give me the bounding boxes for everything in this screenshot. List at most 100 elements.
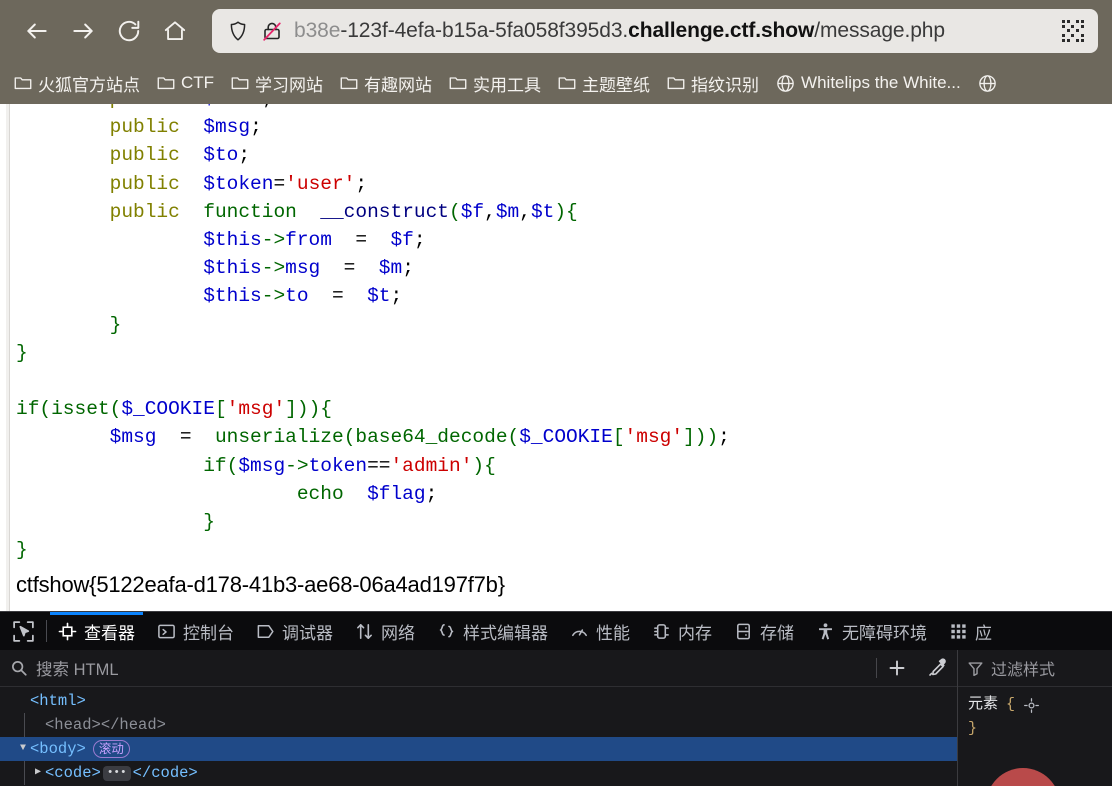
collapsed-twisty-icon[interactable]: ▶	[31, 761, 45, 785]
folder-icon	[666, 73, 686, 93]
node-open-tag: <code>	[45, 764, 101, 782]
bookmark-label: 火狐官方站点	[38, 75, 140, 95]
collapsed-children-ellipsis[interactable]: •••	[102, 765, 131, 781]
code-line: public $from;	[16, 104, 274, 110]
code-line: $this->msg = $m;	[203, 257, 414, 280]
bookmark-label: CTF	[181, 73, 215, 92]
bookmark-label: 实用工具	[473, 75, 542, 95]
tab-label: 无障碍环境	[842, 623, 927, 643]
devtools-body: 搜索 HTML <html> <head> </head> ▼ <body> 滚…	[0, 650, 1112, 786]
search-icon	[10, 659, 28, 677]
tab-label: 样式编辑器	[463, 623, 548, 643]
code-line: public function __construct($f,$m,$t){	[109, 200, 578, 223]
node-open-tag: <html>	[30, 692, 86, 710]
folder-icon	[339, 73, 359, 93]
search-input[interactable]: 搜索 HTML	[0, 656, 876, 680]
bookmark-item[interactable]: 实用工具	[441, 68, 548, 99]
accessibility-icon	[816, 622, 835, 641]
eyedropper-icon[interactable]	[917, 650, 957, 687]
element-picker-icon[interactable]	[0, 612, 46, 650]
tab-inspector[interactable]: 查看器	[47, 612, 146, 650]
red-circle-decoration	[986, 768, 1060, 786]
memory-icon	[652, 622, 671, 641]
home-button[interactable]	[152, 8, 198, 54]
bookmark-item[interactable]: Whitelips the White...	[768, 70, 968, 97]
address-bar[interactable]: b38e-123f-4efa-b15a-5fa058f395d3.challen…	[212, 9, 1098, 53]
pseudo-class-icon[interactable]	[1023, 697, 1040, 714]
tab-style-editor[interactable]: 样式编辑器	[426, 612, 559, 650]
code-line: echo $flag;	[296, 482, 438, 505]
css-rules-pane: 过滤样式 元素 { }	[958, 650, 1112, 786]
tab-label: 性能	[596, 623, 630, 643]
reload-button[interactable]	[106, 8, 152, 54]
markup-node[interactable]: ▶ <code> ••• </code>	[0, 761, 957, 785]
qr-code-icon[interactable]	[1060, 18, 1086, 44]
inspector-icon	[58, 622, 77, 641]
code-line: }	[16, 341, 28, 364]
url-text[interactable]: b38e-123f-4efa-b15a-5fa058f395d3.challen…	[294, 19, 1050, 43]
tab-network[interactable]: 网络	[344, 612, 426, 650]
code-line: if($msg->token=='admin'){	[203, 454, 496, 477]
bookmark-item[interactable]: CTF	[149, 70, 221, 96]
code-line: }	[109, 313, 122, 336]
php-source-code: public $from; public $msg; public $to; p…	[6, 104, 1112, 564]
tab-debugger[interactable]: 调试器	[245, 612, 344, 650]
code-line: public $to;	[109, 144, 251, 167]
devtools-panel: 查看器 控制台 调试器 网络 样式编辑器 性能 内存 存储 无障碍环境 应 搜索 HTML	[0, 611, 1112, 786]
indent-guide	[24, 761, 25, 785]
back-button[interactable]	[14, 8, 60, 54]
filter-styles-input[interactable]: 过滤样式	[958, 650, 1112, 687]
flag-output: ctfshow{5122eafa-d178-41b3-ae68-06a4ad19…	[16, 572, 505, 598]
tab-label: 查看器	[84, 623, 135, 643]
add-node-icon[interactable]	[877, 650, 917, 687]
markup-node[interactable]: <head> </head>	[0, 713, 957, 737]
tab-label: 网络	[381, 623, 415, 643]
application-icon	[949, 622, 968, 641]
console-icon	[157, 622, 176, 641]
tab-storage[interactable]: 存储	[723, 612, 805, 650]
code-line: $this->from = $f;	[203, 229, 426, 252]
tab-application[interactable]: 应	[938, 612, 1003, 650]
tab-accessibility[interactable]: 无障碍环境	[805, 612, 938, 650]
devtools-tab-strip: 查看器 控制台 调试器 网络 样式编辑器 性能 内存 存储 无障碍环境 应	[47, 612, 1003, 650]
tab-performance[interactable]: 性能	[559, 612, 641, 650]
indent-guide	[24, 713, 25, 737]
folder-icon	[448, 73, 468, 93]
markup-tree[interactable]: <html> <head> </head> ▼ <body> 滚动 ▶ <code> ••• </…	[0, 687, 957, 786]
tab-label: 控制台	[183, 623, 234, 643]
expanded-twisty-icon[interactable]: ▼	[16, 737, 30, 761]
bookmark-item[interactable]: 有趣网站	[332, 68, 439, 99]
tab-memory[interactable]: 内存	[641, 612, 723, 650]
storage-icon	[734, 622, 753, 641]
bookmark-item[interactable]: 学习网站	[223, 68, 330, 99]
bookmark-item[interactable]: 主题壁纸	[550, 68, 657, 99]
code-line: if(isset($_COOKIE['msg'])){	[16, 398, 332, 421]
bookmark-item[interactable]	[970, 70, 1005, 97]
tab-label: 应	[975, 623, 992, 643]
search-placeholder: 搜索 HTML	[36, 661, 119, 679]
rule-selector[interactable]: 元素	[968, 693, 998, 717]
bookmark-item[interactable]: 火狐官方站点	[6, 68, 147, 99]
shield-icon[interactable]	[226, 19, 250, 43]
style-editor-icon	[437, 622, 456, 641]
filter-icon	[967, 660, 984, 677]
node-open-tag: <body>	[30, 740, 86, 758]
scroll-badge[interactable]: 滚动	[92, 740, 130, 758]
markup-node[interactable]: ▼ <body> 滚动	[0, 737, 957, 761]
inspector-pane: 搜索 HTML <html> <head> </head> ▼ <body> 滚…	[0, 650, 958, 786]
bookmark-label: 学习网站	[255, 75, 324, 95]
devtools-toolbar: 查看器 控制台 调试器 网络 样式编辑器 性能 内存 存储 无障碍环境 应	[0, 612, 1112, 650]
lock-disabled-icon[interactable]	[260, 19, 284, 43]
page-left-edge	[6, 104, 10, 611]
filter-placeholder: 过滤样式	[991, 662, 1056, 679]
node-close-tag: </head>	[100, 716, 166, 734]
forward-button[interactable]	[60, 8, 106, 54]
markup-search-row: 搜索 HTML	[0, 650, 957, 687]
rule-close-brace: }	[968, 720, 978, 737]
markup-node[interactable]: <html>	[0, 689, 957, 713]
globe-icon	[977, 73, 998, 94]
bookmark-item[interactable]: 指纹识别	[659, 68, 766, 99]
bookmark-label: Whitelips the White...	[801, 73, 961, 92]
tab-console[interactable]: 控制台	[146, 612, 245, 650]
performance-icon	[570, 622, 589, 641]
